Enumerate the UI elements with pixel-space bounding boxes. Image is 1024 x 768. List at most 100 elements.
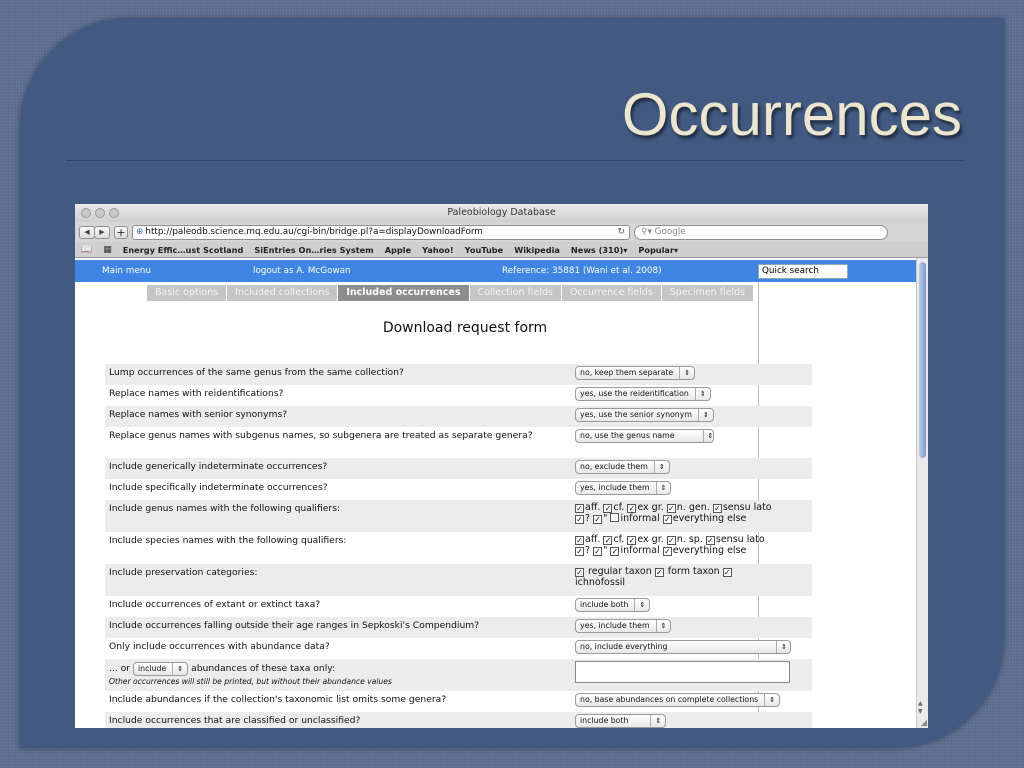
scroll-thumb[interactable] [919,262,926,458]
checkbox[interactable]: ✓ [627,504,637,513]
stepper-arrows-icon: ⇕ [764,694,775,706]
checkbox[interactable]: ✓ [603,536,613,545]
stepper-arrows-icon: ⇕ [655,482,666,494]
bookmark-item[interactable]: Popular▾ [638,245,678,255]
bookmark-item[interactable]: Apple [385,245,411,255]
abundance-only-select[interactable]: no, include everything ⇕ [575,640,791,654]
scroll-arrows-icon[interactable]: ▲ ▼ [918,700,923,716]
abundance-omits-select[interactable]: no, base abundances on complete collecti… [575,693,781,707]
main-menu-link[interactable]: Main menu [102,260,151,282]
genus-qualifiers-line1: ✓ aff. ✓ cf. ✓ ex gr. ✓ n. gen. ✓ sensu lato [575,502,772,513]
checkbox-label: informal [620,545,660,556]
subgenus-select[interactable]: no, use the genus name ⇕ [575,429,715,443]
logout-link[interactable]: logout as A. McGowan [253,260,351,282]
checkbox[interactable]: ✓ [666,504,676,513]
include-abundance-select[interactable]: include ⇕ [133,662,189,676]
checkbox[interactable]: ✓ [654,568,664,577]
checkbox-label: " [603,545,608,556]
sepkoski-select[interactable]: yes, include them ⇕ [575,619,672,633]
checkbox[interactable]: ✓ [712,504,722,513]
forward-button[interactable]: ▶ [94,225,110,239]
option-row: Include specifically indeterminate occur… [105,479,812,500]
minimize-window-button[interactable] [95,208,105,218]
checkbox-label: informal [620,513,660,524]
tab-basic-options[interactable]: Basic options [147,285,228,301]
grid-icon[interactable]: ▦ [103,245,112,255]
window-title: Paleobiology Database [447,207,556,218]
checkbox-label: form taxon [667,566,720,577]
add-bookmark-button[interactable]: + [114,225,128,239]
abundance-taxa-textarea[interactable] [575,661,790,683]
resize-grip-icon[interactable]: ◢ [921,718,927,727]
option-row: Include occurrences falling outside thei… [105,617,812,638]
checkbox[interactable]: ✓ [722,568,732,577]
search-field[interactable]: ⚲▾ Google [634,224,888,240]
checkbox[interactable]: ✓ [627,536,637,545]
address-bar[interactable]: ⊕ http://paleodb.science.mq.edu.au/cgi-bi… [132,224,630,240]
checkbox[interactable]: ✓ [575,568,584,577]
tab-occurrence-fields[interactable]: Occurrence fields [561,285,662,301]
select-value: yes, use the senior synonym [580,410,692,419]
checkbox[interactable]: ✓ [575,547,584,556]
lump-select[interactable]: no, keep them separate ⇕ [575,366,696,380]
select-value: yes, include them [580,621,650,630]
url-text: http://paleodb.science.mq.edu.au/cgi-bin… [145,226,483,237]
checkbox-label: " [603,513,608,524]
reload-icon[interactable]: ↻ [618,226,625,239]
checkbox[interactable]: ✓ [603,504,613,513]
tab-included-collections[interactable]: Included collections [227,285,339,301]
reference-link[interactable]: Reference: 35881 (Wani et al. 2008) [502,260,662,282]
browser-toolbar: ◀ ▶ + ⊕ http://paleodb.science.mq.edu.au/… [75,222,928,242]
option-label: Include preservation categories: [109,567,258,578]
tab-specimen-fields[interactable]: Specimen fields [661,285,755,301]
checkbox[interactable]: ✓ [705,536,715,545]
checkbox-label: cf. [613,502,625,513]
option-row: Replace names with reidentifications? ye… [105,385,812,406]
checkbox[interactable]: ✓ [575,515,584,524]
checkbox[interactable]: ✓ [610,547,620,556]
checkbox[interactable]: ✓ [662,515,672,524]
select-value: no, include everything [580,642,668,651]
tab-collection-fields[interactable]: Collection fields [469,285,562,301]
abundance-note: Other occurrences will still be printed,… [109,677,392,686]
bookmark-item[interactable]: Yahoo! [422,245,454,255]
checkbox[interactable]: ✓ [593,547,603,556]
extant-select[interactable]: include both ⇕ [575,598,651,612]
option-label: Include occurrences of extant or extinct… [109,599,321,610]
bookmark-item[interactable]: YouTube [465,245,504,255]
open-book-icon[interactable]: 📖 [81,245,92,255]
checkbox[interactable]: ✓ [666,536,676,545]
reidentification-select[interactable]: yes, use the reidentification ⇕ [575,387,711,401]
checkbox[interactable]: ✓ [575,536,584,545]
options-tabs: Basic options Included collections Inclu… [147,285,755,301]
classified-select[interactable]: include both ⇕ [575,714,667,728]
bookmark-item[interactable]: Wikipedia [514,245,560,255]
tab-included-occurrences[interactable]: Included occurrences [338,285,470,301]
option-label: Only include occurrences with abundance … [109,641,330,652]
checkbox[interactable]: ✓ [575,504,584,513]
stepper-arrows-icon: ⇕ [694,388,706,400]
bookmark-item[interactable]: SiEntries On…ries System [254,245,373,255]
bookmark-item[interactable]: News (310)▾ [571,245,627,255]
stepper-arrows-icon: ⇕ [653,461,665,473]
page-viewport: Main menu logout as A. McGowan Reference… [75,258,916,728]
site-menu-bar: Main menu logout as A. McGowan Reference… [75,260,916,282]
checkbox[interactable]: ✓ [662,547,672,556]
select-value: no, keep them separate [580,368,674,377]
checkbox[interactable]: ✓ [593,515,603,524]
select-value: include both [580,600,629,609]
close-window-button[interactable] [81,208,91,218]
stepper-arrows-icon: ⇕ [634,599,645,611]
quick-search-input[interactable]: Quick search [758,264,848,279]
senior-synonym-select[interactable]: yes, use the senior synonym ⇕ [575,408,714,422]
zoom-window-button[interactable] [109,208,119,218]
bookmark-item[interactable]: Energy Effic…ust Scotland [123,245,244,255]
globe-icon: ⊕ [136,226,144,237]
generic-indeterminate-select[interactable]: no, exclude them ⇕ [575,460,670,474]
back-button[interactable]: ◀ [79,225,95,239]
checkbox-label: ichnofossil [575,577,626,588]
vertical-scrollbar[interactable]: ▲ ▼ ◢ [916,258,928,728]
specific-indeterminate-select[interactable]: yes, include them ⇕ [575,481,672,495]
checkbox[interactable] [610,513,620,522]
option-row: Include species names with the following… [105,532,812,564]
